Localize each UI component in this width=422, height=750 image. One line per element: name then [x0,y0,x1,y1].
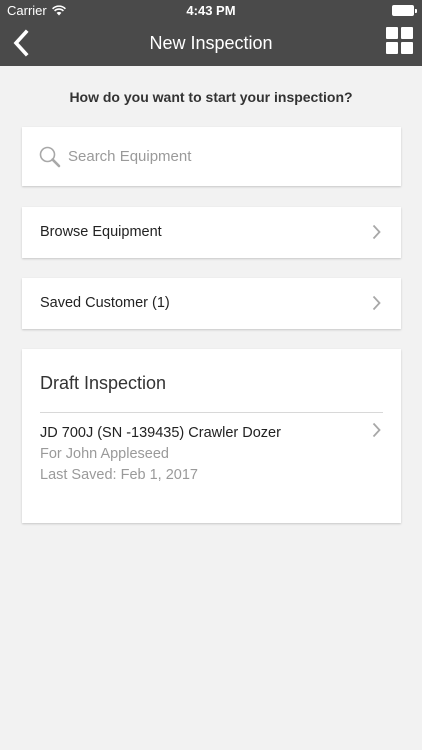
chevron-right-icon [372,224,381,245]
draft-section-title: Draft Inspection [40,373,167,393]
saved-customer-label: Saved Customer (1) [40,295,170,311]
chevron-right-icon [372,422,381,443]
draft-inspection-item[interactable]: JD 700J (SN -139435) Crawler Dozer For J… [22,413,401,493]
search-icon [39,146,61,173]
customer-name: For John Appleseed [40,446,169,462]
grid-icon-cell [401,42,413,54]
browse-equipment-label: Browse Equipment [40,224,162,240]
page-title: New Inspection [149,33,273,53]
equipment-name: JD 700J (SN -139435) Crawler Dozer [40,425,281,441]
prompt-heading: How do you want to start your inspection… [69,89,353,105]
status-bar: Carrier 4:43 PM [0,0,422,22]
last-saved-date: Last Saved: Feb 1, 2017 [40,467,198,483]
top-bar: Carrier 4:43 PM New Inspection [0,0,422,66]
grid-menu-button[interactable] [386,27,414,55]
grid-icon [386,27,398,39]
chevron-right-icon [372,295,381,316]
grid-icon-cell [401,27,413,39]
browse-equipment-row[interactable]: Browse Equipment [22,207,401,258]
status-time: 4:43 PM [186,3,236,18]
grid-icon-cell [386,42,398,54]
search-input[interactable] [68,141,388,171]
search-card[interactable] [22,127,401,186]
battery-icon [392,5,417,16]
saved-customer-row[interactable]: Saved Customer (1) [22,278,401,329]
draft-inspection-card: Draft Inspection JD 700J (SN -139435) Cr… [22,349,401,523]
